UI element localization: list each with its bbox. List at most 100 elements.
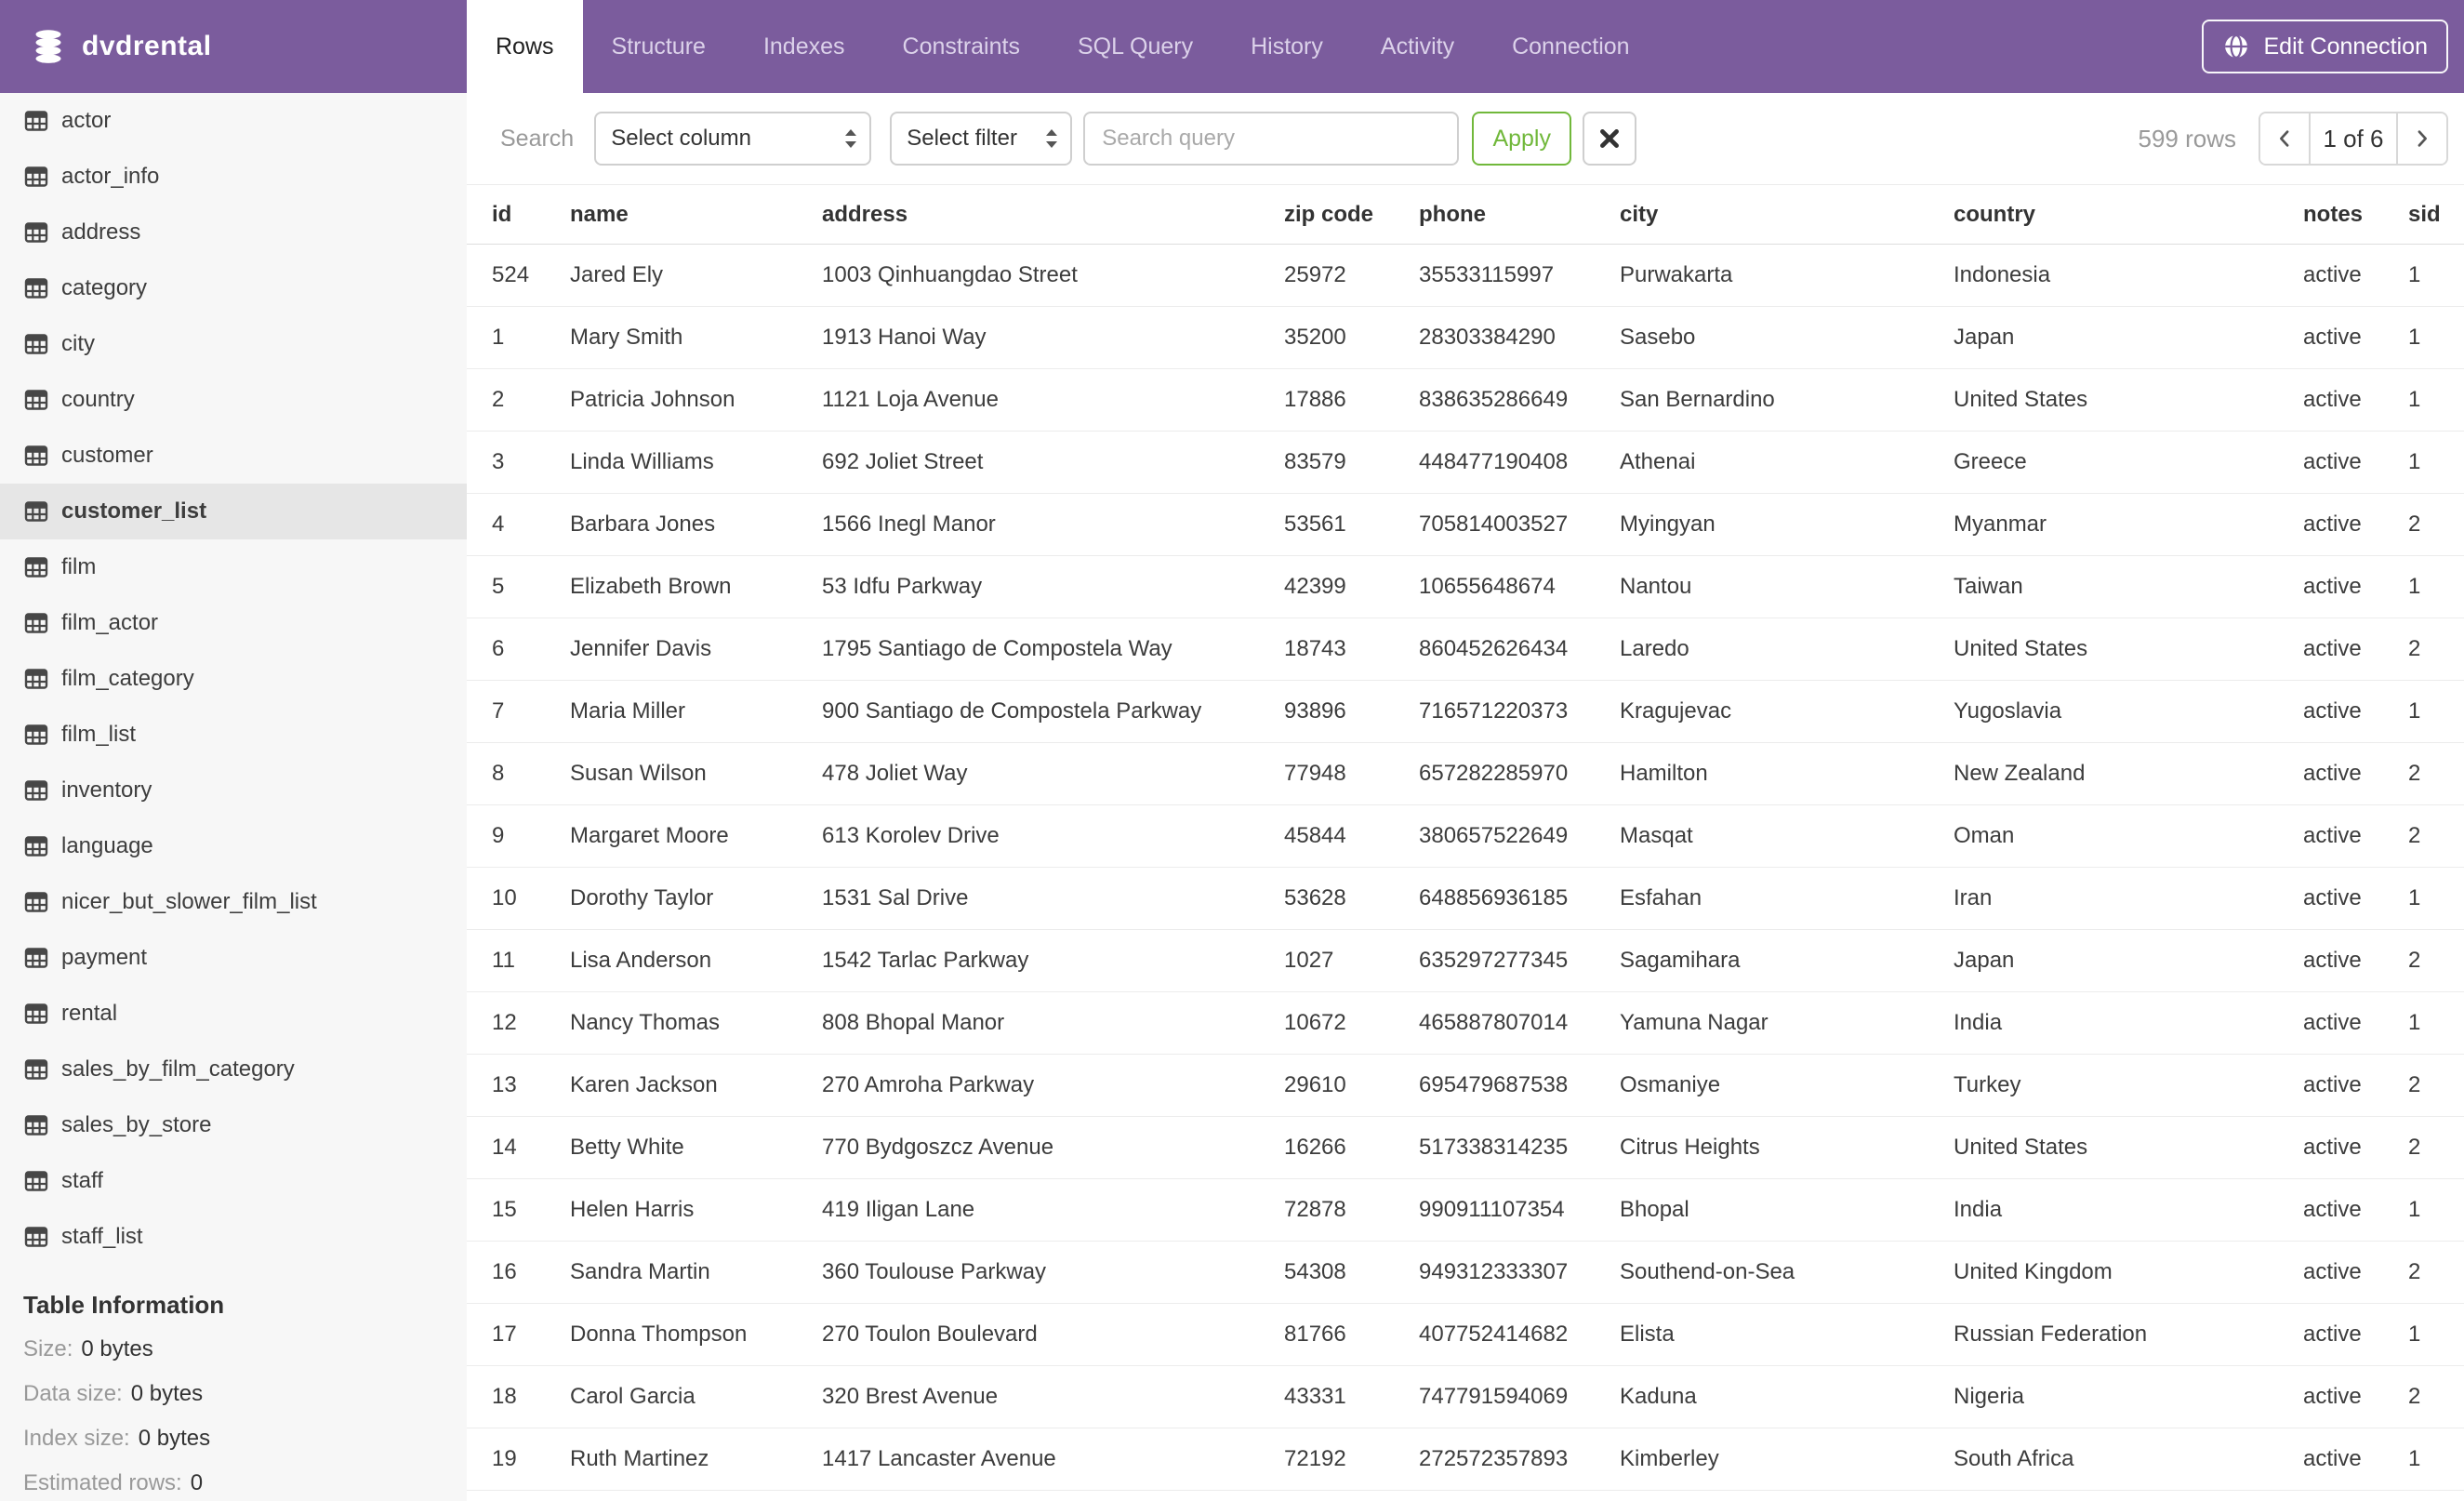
sidebar-item-film[interactable]: film: [0, 539, 467, 595]
table-cell[interactable]: 54308: [1259, 1241, 1394, 1304]
table-cell[interactable]: Purwakarta: [1595, 244, 1928, 307]
table-cell[interactable]: Athenai: [1595, 431, 1928, 494]
table-cell[interactable]: active: [2278, 1428, 2383, 1491]
column-header-sid[interactable]: sid: [2383, 184, 2464, 245]
table-cell[interactable]: Turkey: [1928, 1054, 2278, 1117]
table-row[interactable]: 5 Elizabeth Brown 53 Idfu Parkway 42399 1065…: [467, 555, 2464, 618]
sidebar-item-film_list[interactable]: film_list: [0, 707, 467, 763]
table-cell[interactable]: 613 Korolev Drive: [797, 804, 1259, 868]
table-cell[interactable]: 10672: [1259, 991, 1394, 1055]
table-cell[interactable]: 1027: [1259, 929, 1394, 992]
table-cell[interactable]: Ruth Martinez: [545, 1428, 797, 1491]
table-cell[interactable]: 1542 Tarlac Parkway: [797, 929, 1259, 992]
table-cell[interactable]: Japan: [1928, 306, 2278, 369]
table-row[interactable]: 13 Karen Jackson 270 Amroha Parkway 29610 69…: [467, 1054, 2464, 1117]
table-cell[interactable]: 838635286649: [1394, 368, 1595, 432]
sidebar-item-payment[interactable]: payment: [0, 930, 467, 986]
column-header-country[interactable]: country: [1928, 184, 2278, 245]
table-row[interactable]: 4 Barbara Jones 1566 Inegl Manor 53561 70581…: [467, 493, 2464, 556]
table-row[interactable]: 14 Betty White 770 Bydgoszcz Avenue 16266 51…: [467, 1116, 2464, 1179]
table-row[interactable]: 3 Linda Williams 692 Joliet Street 83579 448…: [467, 431, 2464, 494]
column-header-zip-code[interactable]: zip code: [1259, 184, 1394, 245]
table-cell[interactable]: 900 Santiago de Compostela Parkway: [797, 680, 1259, 743]
table-cell[interactable]: 478 Joliet Way: [797, 742, 1259, 805]
table-cell[interactable]: 4: [467, 493, 545, 556]
table-cell[interactable]: active: [2278, 1365, 2383, 1428]
table-cell[interactable]: Southend-on-Sea: [1595, 1241, 1928, 1304]
table-cell[interactable]: active: [2278, 742, 2383, 805]
table-cell[interactable]: Maria Miller: [545, 680, 797, 743]
table-cell[interactable]: 716571220373: [1394, 680, 1595, 743]
table-cell[interactable]: active: [2278, 1116, 2383, 1179]
table-cell[interactable]: 1913 Hanoi Way: [797, 306, 1259, 369]
table-cell[interactable]: 77948: [1259, 742, 1394, 805]
table-cell[interactable]: New Zealand: [1928, 742, 2278, 805]
table-cell[interactable]: 695479687538: [1394, 1054, 1595, 1117]
table-cell[interactable]: 1: [2383, 1428, 2464, 1491]
table-cell[interactable]: 2: [2383, 804, 2464, 868]
edit-connection-button[interactable]: Edit Connection: [2202, 20, 2448, 73]
table-cell[interactable]: Taiwan: [1928, 555, 2278, 618]
tab-constraints[interactable]: Constraints: [874, 0, 1049, 93]
column-header-phone[interactable]: phone: [1394, 184, 1595, 245]
sidebar-item-actor_info[interactable]: actor_info: [0, 149, 467, 205]
table-cell[interactable]: Myingyan: [1595, 493, 1928, 556]
table-cell[interactable]: Russian Federation: [1928, 1303, 2278, 1366]
table-cell[interactable]: India: [1928, 1178, 2278, 1242]
sidebar-item-nicer_but_slower_film_list[interactable]: nicer_but_slower_film_list: [0, 874, 467, 930]
table-cell[interactable]: 35533115997: [1394, 244, 1595, 307]
sidebar-item-city[interactable]: city: [0, 316, 467, 372]
table-cell[interactable]: 12: [467, 991, 545, 1055]
table-cell[interactable]: 29610: [1259, 1054, 1394, 1117]
table-cell[interactable]: Dorothy Taylor: [545, 867, 797, 930]
table-cell[interactable]: 53561: [1259, 493, 1394, 556]
table-row[interactable]: 8 Susan Wilson 478 Joliet Way 77948 65728228…: [467, 742, 2464, 805]
table-cell[interactable]: 1121 Loja Avenue: [797, 368, 1259, 432]
table-cell[interactable]: Kimberley: [1595, 1428, 1928, 1491]
table-cell[interactable]: Nancy Thomas: [545, 991, 797, 1055]
table-cell[interactable]: active: [2278, 306, 2383, 369]
table-cell[interactable]: 1: [2383, 368, 2464, 432]
table-row[interactable]: 1 Mary Smith 1913 Hanoi Way 35200 2830338429…: [467, 306, 2464, 369]
table-cell[interactable]: Sandra Martin: [545, 1241, 797, 1304]
table-cell[interactable]: 860452626434: [1394, 618, 1595, 681]
table-cell[interactable]: 72878: [1259, 1178, 1394, 1242]
table-cell[interactable]: active: [2278, 867, 2383, 930]
table-cell[interactable]: 360 Toulouse Parkway: [797, 1241, 1259, 1304]
table-cell[interactable]: Betty White: [545, 1116, 797, 1179]
table-row[interactable]: 19 Ruth Martinez 1417 Lancaster Avenue 7219…: [467, 1428, 2464, 1491]
sidebar-item-rental[interactable]: rental: [0, 986, 467, 1042]
table-cell[interactable]: United Kingdom: [1928, 1241, 2278, 1304]
tab-sql-query[interactable]: SQL Query: [1049, 0, 1222, 93]
table-cell[interactable]: 1003 Qinhuangdao Street: [797, 244, 1259, 307]
table-cell[interactable]: active: [2278, 929, 2383, 992]
table-cell[interactable]: 10: [467, 867, 545, 930]
table-cell[interactable]: 1417 Lancaster Avenue: [797, 1428, 1259, 1491]
table-cell[interactable]: 83579: [1259, 431, 1394, 494]
table-cell[interactable]: Sasebo: [1595, 306, 1928, 369]
table-cell[interactable]: 1: [2383, 1178, 2464, 1242]
table-cell[interactable]: 517338314235: [1394, 1116, 1595, 1179]
column-header-city[interactable]: city: [1595, 184, 1928, 245]
table-cell[interactable]: Bhopal: [1595, 1178, 1928, 1242]
column-header-id[interactable]: id: [467, 184, 545, 245]
table-cell[interactable]: active: [2278, 680, 2383, 743]
table-cell[interactable]: 13: [467, 1054, 545, 1117]
tab-activity[interactable]: Activity: [1352, 0, 1483, 93]
table-cell[interactable]: 1: [2383, 306, 2464, 369]
table-cell[interactable]: 1: [2383, 555, 2464, 618]
previous-page-button[interactable]: [2260, 113, 2309, 164]
table-row[interactable]: 12 Nancy Thomas 808 Bhopal Manor 10672 46588…: [467, 991, 2464, 1055]
table-cell[interactable]: Elista: [1595, 1303, 1928, 1366]
sidebar-item-country[interactable]: country: [0, 372, 467, 428]
table-cell[interactable]: 15: [467, 1178, 545, 1242]
table-cell[interactable]: 42399: [1259, 555, 1394, 618]
table-cell[interactable]: 1: [2383, 991, 2464, 1055]
table-cell[interactable]: 2: [2383, 742, 2464, 805]
table-cell[interactable]: 2: [2383, 493, 2464, 556]
table-cell[interactable]: 16266: [1259, 1116, 1394, 1179]
table-cell[interactable]: 11: [467, 929, 545, 992]
table-cell[interactable]: 465887807014: [1394, 991, 1595, 1055]
table-cell[interactable]: 1: [2383, 1303, 2464, 1366]
sidebar-item-inventory[interactable]: inventory: [0, 763, 467, 818]
